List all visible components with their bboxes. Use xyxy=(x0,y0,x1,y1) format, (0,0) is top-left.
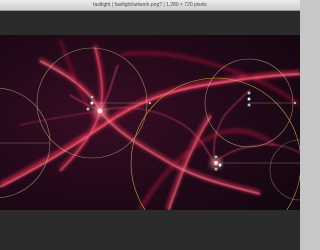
handle-point[interactable] xyxy=(90,95,94,99)
handle-point[interactable] xyxy=(214,155,218,159)
image-canvas[interactable] xyxy=(0,35,300,210)
artwork-svg[interactable] xyxy=(0,35,300,210)
handle-point[interactable] xyxy=(247,91,251,95)
handle-point[interactable] xyxy=(214,167,218,171)
handle-point[interactable] xyxy=(217,162,222,167)
window-title: fastlight | fastlight/artwork.png? | 1,2… xyxy=(93,2,207,8)
handle-point[interactable] xyxy=(148,101,152,105)
app-window: fastlight | fastlight/artwork.png? | 1,2… xyxy=(0,0,300,250)
title-bar[interactable]: fastlight | fastlight/artwork.png? | 1,2… xyxy=(0,0,300,11)
handle-point[interactable] xyxy=(247,103,251,107)
handle-point[interactable] xyxy=(86,107,90,111)
canvas-area xyxy=(0,11,300,250)
handle-point[interactable] xyxy=(89,100,94,105)
handle-point[interactable] xyxy=(247,97,251,101)
handle-point[interactable] xyxy=(293,101,297,105)
